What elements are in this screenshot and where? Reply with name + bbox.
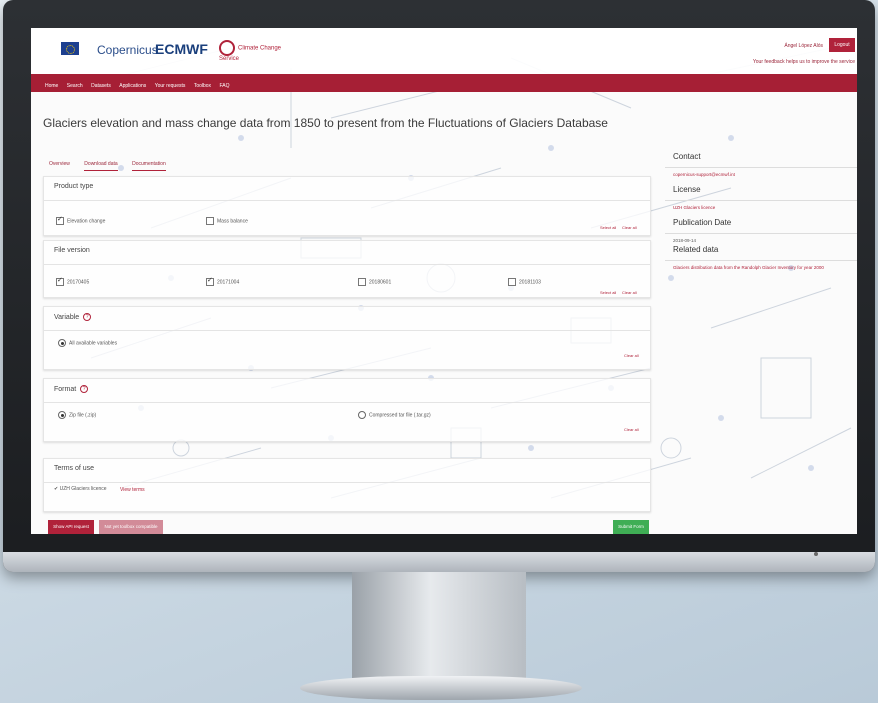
checkbox-icon <box>56 276 64 286</box>
nav-item-home[interactable]: Home <box>45 83 58 89</box>
feedback-link[interactable]: Your feedback helps us to improve the se… <box>753 59 855 65</box>
publication-date-title: Publication Date <box>673 218 732 227</box>
screen: Copernicus ECMWF Climate Change Service … <box>31 28 857 534</box>
checkbox-elevation-change[interactable]: Elevation change <box>56 215 106 225</box>
option-label: 20170405 <box>67 279 90 286</box>
clear-all-link[interactable]: Clear all <box>624 427 639 432</box>
divider <box>44 200 650 201</box>
select-all-link[interactable]: Select all <box>600 225 616 230</box>
contact-title: Contact <box>673 152 701 161</box>
checkbox-icon <box>508 278 516 286</box>
monitor-stand-neck <box>352 572 526 682</box>
panel-title: File version <box>54 247 90 254</box>
variable-panel: Variable? All available variables Clear … <box>43 306 651 370</box>
clear-all-link[interactable]: Clear all <box>624 353 639 358</box>
show-api-request-button[interactable]: Show API request <box>48 520 94 534</box>
checkbox-20181103[interactable]: 20181103 <box>508 278 541 286</box>
checkbox-icon <box>56 215 64 225</box>
divider <box>665 167 857 168</box>
radio-tar-gz[interactable]: Compressed tar file (.tar.gz) <box>358 411 431 419</box>
radio-icon <box>58 339 66 347</box>
nav-item-faq[interactable]: FAQ <box>220 83 230 89</box>
panel-title-text: Variable <box>54 313 80 321</box>
page-title: Glaciers elevation and mass change data … <box>43 116 608 130</box>
option-label: Compressed tar file (.tar.gz) <box>369 412 431 419</box>
tab-overview[interactable]: Overview <box>49 161 70 170</box>
option-label: Elevation change <box>67 218 106 225</box>
panel-title-text: Format <box>54 385 77 393</box>
publication-date-value: 2018-09-14 <box>673 238 697 243</box>
logout-button[interactable]: Logout <box>829 38 855 52</box>
check-icon: ✔ <box>54 486 59 492</box>
radio-icon <box>58 411 66 419</box>
license-link[interactable]: UZH Glaciers licence <box>673 205 857 210</box>
checkbox-20180601[interactable]: 20180601 <box>358 278 391 286</box>
user-name-link[interactable]: Ángel López Alós <box>784 43 823 49</box>
terms-item: ✔ UZH Glaciers licence <box>54 486 107 492</box>
checkbox-20171004[interactable]: 20171004 <box>206 276 240 286</box>
option-label: Mass balance <box>217 218 248 225</box>
clear-all-link[interactable]: Clear all <box>622 290 637 295</box>
checkbox-icon <box>206 217 214 225</box>
option-label: All available variables <box>69 340 118 347</box>
main-nav: Home Search Datasets Applications Your r… <box>31 74 857 92</box>
checkbox-icon <box>206 276 214 286</box>
nav-item-your-requests[interactable]: Your requests <box>155 83 186 89</box>
related-data-link[interactable]: Glaciers distribution data from the Rand… <box>673 265 857 270</box>
panel-title: Format? <box>54 385 89 393</box>
monitor-stand-base <box>300 676 582 700</box>
product-type-panel: Product type Elevation change Mass balan… <box>43 176 651 236</box>
file-version-panel: File version 20170405 20171004 20180601 … <box>43 240 651 298</box>
sidebar: Contact copernicus-support@ecmwf.int Lic… <box>665 152 857 278</box>
c3s-ring-icon <box>219 40 235 56</box>
option-label: 20171004 <box>217 279 240 286</box>
toolbox-compatible-button[interactable]: Not yet toolbox compatible <box>99 520 163 534</box>
c3s-logo[interactable]: Climate Change Service <box>219 40 289 63</box>
panel-title: Product type <box>54 183 94 190</box>
option-label: 20181103 <box>519 279 541 286</box>
radio-icon <box>358 411 366 419</box>
checkbox-icon <box>358 278 366 286</box>
radio-zip[interactable]: Zip file (.zip) <box>58 411 96 419</box>
divider <box>665 260 857 261</box>
format-panel: Format? Zip file (.zip) Compressed tar f… <box>43 378 651 442</box>
divider <box>44 482 650 483</box>
terms-licence-label: UZH Glaciers licence <box>59 486 107 492</box>
option-label: 20180601 <box>369 279 392 286</box>
eu-flag-icon <box>61 42 79 55</box>
radio-all-variables[interactable]: All available variables <box>58 339 117 347</box>
clear-all-link[interactable]: Clear all <box>622 225 637 230</box>
dataset-tabs: Overview Download data Documentation <box>49 152 176 171</box>
tab-download-data[interactable]: Download data <box>84 161 118 171</box>
site-header: Copernicus ECMWF Climate Change Service … <box>31 28 857 74</box>
panel-title: Variable? <box>54 313 92 321</box>
power-indicator <box>814 552 818 556</box>
help-icon[interactable]: ? <box>83 313 92 321</box>
nav-item-applications[interactable]: Applications <box>119 83 146 89</box>
select-all-link[interactable]: Select all <box>600 290 616 295</box>
terms-panel: Terms of use ✔ UZH Glaciers licence View… <box>43 458 651 512</box>
checkbox-mass-balance[interactable]: Mass balance <box>206 217 248 225</box>
option-label: Zip file (.zip) <box>69 412 97 419</box>
divider <box>44 402 650 403</box>
license-title: License <box>673 185 701 194</box>
nav-item-datasets[interactable]: Datasets <box>91 83 111 89</box>
tab-documentation[interactable]: Documentation <box>132 161 166 171</box>
checkbox-20170405[interactable]: 20170405 <box>56 276 90 286</box>
ecmwf-logo[interactable]: ECMWF <box>155 41 208 57</box>
nav-item-search[interactable]: Search <box>67 83 83 89</box>
copernicus-logo[interactable]: Copernicus <box>97 43 158 57</box>
related-data-title: Related data <box>673 245 719 254</box>
divider <box>665 233 857 234</box>
monitor-chin <box>3 552 875 572</box>
view-terms-link[interactable]: View terms <box>120 487 145 493</box>
divider <box>665 200 857 201</box>
panel-title: Terms of use <box>54 465 95 472</box>
submit-form-button[interactable]: Submit Form <box>613 520 649 534</box>
nav-item-toolbox[interactable]: Toolbox <box>194 83 211 89</box>
divider <box>44 330 650 331</box>
contact-email-link[interactable]: copernicus-support@ecmwf.int <box>673 172 857 177</box>
divider <box>44 264 650 265</box>
help-icon[interactable]: ? <box>80 385 89 393</box>
